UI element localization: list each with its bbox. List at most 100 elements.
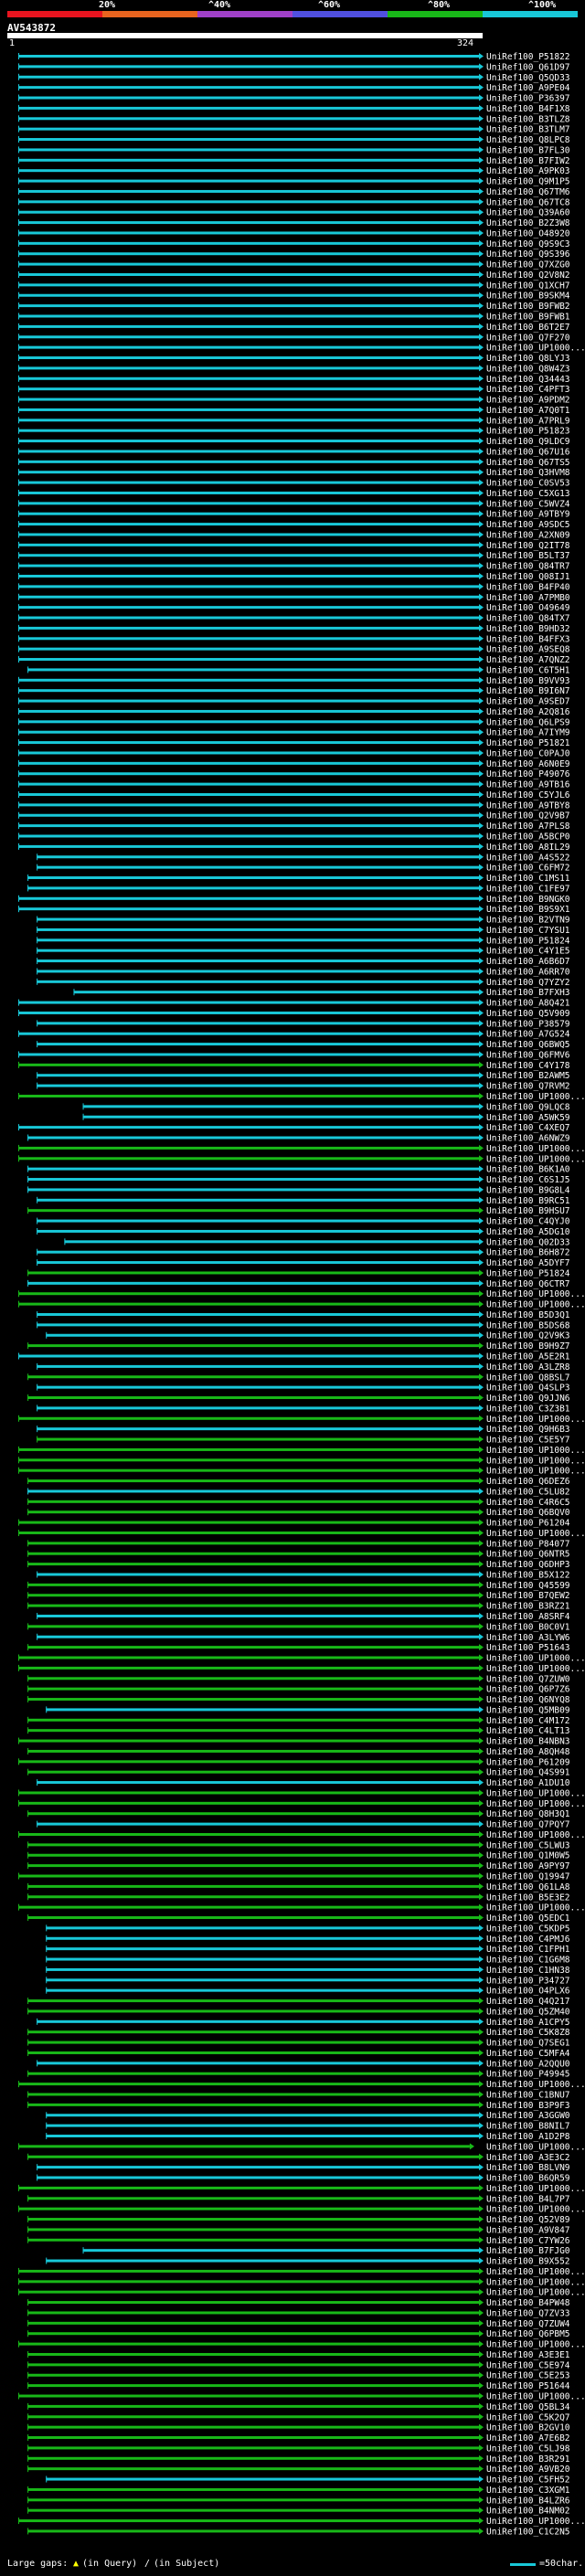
hit-label[interactable]: UniRef100_Q67TS5 xyxy=(486,458,570,468)
hit-bar[interactable] xyxy=(27,1511,480,1514)
hit-label[interactable]: UniRef100_B9HSU7 xyxy=(486,1206,570,1216)
hit-label[interactable]: UniRef100_A4S522 xyxy=(486,853,570,863)
hit-bar[interactable] xyxy=(18,1468,479,1472)
hit-label[interactable]: UniRef100_B7FJG0 xyxy=(486,2246,570,2256)
hit-bar[interactable] xyxy=(27,2529,480,2533)
hit-bar[interactable] xyxy=(18,65,479,69)
hit-bar[interactable] xyxy=(46,1708,480,1712)
hit-label[interactable]: UniRef100_Q4SLP3 xyxy=(486,1383,570,1394)
hit-bar[interactable] xyxy=(37,2176,479,2179)
hit-bar[interactable] xyxy=(18,834,479,838)
hit-label[interactable]: UniRef100_Q6P7Z6 xyxy=(486,1685,570,1695)
hit-bar[interactable] xyxy=(18,335,479,339)
hit-bar[interactable] xyxy=(18,523,479,526)
hit-bar[interactable] xyxy=(18,231,479,235)
hit-label[interactable]: UniRef100_Q9M1P5 xyxy=(486,177,570,187)
hit-label[interactable]: UniRef100_A7PLS8 xyxy=(486,822,570,832)
hit-label[interactable]: UniRef100_Q2V8N2 xyxy=(486,270,570,281)
hit-label[interactable]: UniRef100_UP1000... xyxy=(486,2517,585,2527)
hit-bar[interactable] xyxy=(27,2155,480,2158)
hit-bar[interactable] xyxy=(18,314,479,318)
hit-label[interactable]: UniRef100_Q67TC8 xyxy=(486,197,570,207)
hit-bar[interactable] xyxy=(18,293,479,297)
hit-label[interactable]: UniRef100_B5D3Q1 xyxy=(486,1310,570,1320)
hit-bar[interactable] xyxy=(18,1874,479,1878)
hit-label[interactable]: UniRef100_Q5V909 xyxy=(486,1009,570,1019)
hit-bar[interactable] xyxy=(27,1188,480,1192)
hit-label[interactable]: UniRef100_B6H872 xyxy=(486,1248,570,1258)
hit-bar[interactable] xyxy=(37,865,479,869)
hit-label[interactable]: UniRef100_C5LJ98 xyxy=(486,2443,570,2454)
hit-bar[interactable] xyxy=(37,2166,479,2169)
hit-bar[interactable] xyxy=(18,2207,479,2210)
hit-bar[interactable] xyxy=(27,2487,480,2491)
hit-bar[interactable] xyxy=(18,1531,479,1534)
hit-bar[interactable] xyxy=(18,709,479,713)
hit-bar[interactable] xyxy=(18,2186,479,2189)
hit-label[interactable]: UniRef100_A5E2R1 xyxy=(486,1352,570,1362)
hit-label[interactable]: UniRef100_P51822 xyxy=(486,52,570,62)
hit-bar[interactable] xyxy=(27,1812,480,1816)
hit-label[interactable]: UniRef100_UP1000... xyxy=(486,1144,585,1154)
hit-bar[interactable] xyxy=(18,148,479,152)
hit-bar[interactable] xyxy=(46,1967,480,1971)
hit-bar[interactable] xyxy=(18,96,479,100)
hit-bar[interactable] xyxy=(18,575,479,578)
hit-bar[interactable] xyxy=(37,938,479,942)
hit-label[interactable]: UniRef100_C7YSU1 xyxy=(486,926,570,936)
hit-label[interactable]: UniRef100_Q5QD33 xyxy=(486,73,570,83)
hit-bar[interactable] xyxy=(37,1427,479,1431)
hit-bar[interactable] xyxy=(46,1957,480,1961)
hit-bar[interactable] xyxy=(27,1583,480,1586)
hit-bar[interactable] xyxy=(18,2083,479,2086)
hit-bar[interactable] xyxy=(18,689,479,693)
hit-bar[interactable] xyxy=(37,2062,479,2065)
hit-bar[interactable] xyxy=(37,1615,479,1617)
hit-label[interactable]: UniRef100_Q6NTR5 xyxy=(486,1550,570,1560)
hit-bar[interactable] xyxy=(27,2197,480,2200)
hit-label[interactable]: UniRef100_B2AWM5 xyxy=(486,1071,570,1081)
hit-label[interactable]: UniRef100_P51824 xyxy=(486,936,570,946)
hit-bar[interactable] xyxy=(82,1115,479,1118)
hit-label[interactable]: UniRef100_A3E3C2 xyxy=(486,2153,570,2163)
hit-label[interactable]: UniRef100_Q7YZY2 xyxy=(486,978,570,988)
hit-bar[interactable] xyxy=(46,1988,480,1992)
hit-label[interactable]: UniRef100_C4PFT3 xyxy=(486,385,570,395)
hit-bar[interactable] xyxy=(27,1843,480,1847)
hit-bar[interactable] xyxy=(27,1594,480,1597)
hit-label[interactable]: UniRef100_B8LVN9 xyxy=(486,2163,570,2173)
hit-label[interactable]: UniRef100_Q3HVM8 xyxy=(486,468,570,478)
hit-bar[interactable] xyxy=(27,2218,480,2221)
hit-bar[interactable] xyxy=(18,1416,479,1420)
hit-label[interactable]: UniRef100_Q52V89 xyxy=(486,2215,570,2225)
hit-label[interactable]: UniRef100_B5E3E2 xyxy=(486,1892,570,1903)
hit-bar[interactable] xyxy=(27,1209,480,1213)
hit-label[interactable]: UniRef100_O48920 xyxy=(486,228,570,239)
hit-label[interactable]: UniRef100_B4NBN3 xyxy=(486,1737,570,1747)
hit-bar[interactable] xyxy=(18,761,479,765)
hit-bar[interactable] xyxy=(27,1136,480,1140)
hit-bar[interactable] xyxy=(18,158,479,162)
hit-bar[interactable] xyxy=(18,1053,479,1056)
hit-bar[interactable] xyxy=(27,1489,480,1493)
hit-bar[interactable] xyxy=(27,1999,480,2003)
hit-label[interactable]: UniRef100_C5K8Z8 xyxy=(486,2028,570,2038)
hit-label[interactable]: UniRef100_P61204 xyxy=(486,1519,570,1529)
hit-label[interactable]: UniRef100_B0C0V1 xyxy=(486,1622,570,1632)
hit-label[interactable]: UniRef100_P34727 xyxy=(486,1976,570,1986)
hit-bar[interactable] xyxy=(27,1687,480,1691)
hit-bar[interactable] xyxy=(27,2051,480,2054)
hit-bar[interactable] xyxy=(27,1542,480,1545)
hit-bar[interactable] xyxy=(64,1240,480,1244)
hit-label[interactable]: UniRef100_A7IYM9 xyxy=(486,728,570,738)
hit-bar[interactable] xyxy=(18,1011,479,1014)
hit-bar[interactable] xyxy=(18,730,479,734)
hit-label[interactable]: UniRef100_Q08IJ1 xyxy=(486,572,570,582)
hit-label[interactable]: UniRef100_C5YJL6 xyxy=(486,790,570,800)
hit-label[interactable]: UniRef100_UP1000... xyxy=(486,1415,585,1425)
hit-label[interactable]: UniRef100_A6N0E9 xyxy=(486,759,570,769)
hit-bar[interactable] xyxy=(27,1718,480,1722)
hit-label[interactable]: UniRef100_C5MFA4 xyxy=(486,2049,570,2059)
hit-bar[interactable] xyxy=(18,169,479,173)
hit-label[interactable]: UniRef100_B7FXH3 xyxy=(486,988,570,998)
